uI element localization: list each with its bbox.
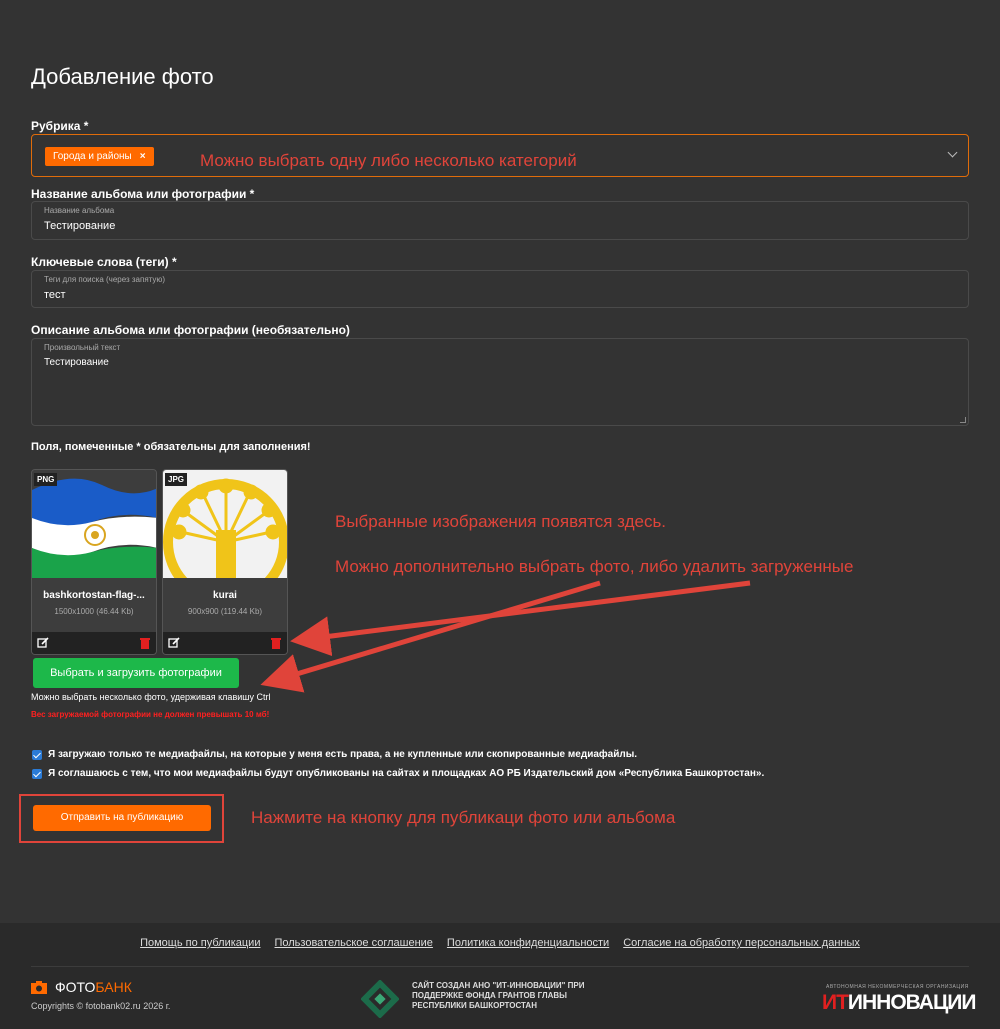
footer-links: Помощь по публикации Пользовательское со… bbox=[0, 937, 1000, 949]
resize-handle-icon[interactable] bbox=[960, 417, 966, 423]
partner-small-text: АВТОНОМНАЯ НЕКОММЕРЧЕСКАЯ ОРГАНИЗАЦИЯ bbox=[826, 984, 969, 990]
kurai-emblem-image bbox=[163, 470, 287, 578]
grant-fund-text: САЙТ СОЗДАН АНО "ИТ-ИННОВАЦИИ" ПРИ ПОДДЕ… bbox=[412, 981, 585, 1010]
format-badge: JPG bbox=[165, 473, 188, 486]
upload-hint: Можно выбрать несколько фото, удерживая … bbox=[31, 692, 271, 702]
format-badge: PNG bbox=[34, 473, 58, 486]
footer-link-privacy[interactable]: Политика конфиденциальности bbox=[447, 937, 609, 949]
partner-logo-part-a: ИТ bbox=[822, 991, 849, 1014]
tags-value: тест bbox=[44, 289, 66, 301]
submit-button[interactable]: Отправить на публикацию bbox=[33, 805, 211, 831]
image-meta: 900x900 (119.44 Kb) bbox=[187, 607, 263, 616]
annotation-submit: Нажмите на кнопку для публикаци фото или… bbox=[251, 808, 676, 827]
logo-part-b: БАНК bbox=[95, 979, 132, 995]
trash-icon[interactable] bbox=[140, 637, 150, 649]
checkbox-publish[interactable] bbox=[32, 768, 42, 779]
tags-placeholder: Теги для поиска (через запятую) bbox=[44, 275, 166, 284]
album-value: Тестирование bbox=[44, 220, 116, 232]
album-placeholder: Название альбома bbox=[44, 206, 115, 215]
tags-label: Ключевые слова (теги) * bbox=[31, 255, 177, 269]
logo-part-a: ФОТО bbox=[55, 979, 96, 995]
footer-link-consent[interactable]: Согласие на обработку персональных данны… bbox=[623, 937, 860, 949]
annotation-category: Можно выбрать одну либо несколько катего… bbox=[200, 151, 577, 170]
grant-fund-logo-icon bbox=[361, 980, 399, 1018]
tags-input[interactable]: Теги для поиска (через запятую) тест bbox=[31, 270, 969, 308]
chevron-down-icon[interactable] bbox=[947, 147, 958, 158]
consent-publish-label: Я соглашаюсь с тем, что мои медиафайлы б… bbox=[48, 768, 765, 779]
annotation-images-2: Можно дополнительно выбрать фото, либо у… bbox=[335, 557, 854, 576]
album-input[interactable]: Название альбома Тестирование bbox=[31, 201, 969, 240]
bashkortostan-flag-image bbox=[32, 470, 156, 578]
camera-icon bbox=[31, 980, 47, 994]
image-card: JPG kurai 900x900 (119.44 Kb) bbox=[162, 469, 288, 655]
consent-publish[interactable]: Я соглашаюсь с тем, что мои медиафайлы б… bbox=[32, 768, 764, 779]
image-card: PNG bashkortostan-flag-... 1500x1000 (46… bbox=[31, 469, 157, 655]
annotation-images-1: Выбранные изображения появятся здесь. bbox=[335, 512, 667, 531]
edit-icon[interactable] bbox=[168, 637, 180, 649]
desc-textarea[interactable]: Произвольный текст Тестирование bbox=[31, 338, 969, 426]
category-tag: Города и районы × bbox=[45, 147, 154, 166]
it-innovations-logo[interactable]: ИТИННОВАЦИИ bbox=[822, 991, 976, 1015]
consent-rights-label: Я загружаю только те медиафайлы, на кото… bbox=[48, 749, 638, 760]
desc-placeholder: Произвольный текст bbox=[44, 343, 121, 352]
category-label: Рубрика * bbox=[31, 119, 89, 133]
checkbox-rights[interactable] bbox=[32, 749, 42, 760]
footer-divider bbox=[31, 966, 969, 967]
trash-icon[interactable] bbox=[271, 637, 281, 649]
upload-photos-button[interactable]: Выбрать и загрузить фотографии bbox=[33, 658, 239, 688]
card-actions bbox=[32, 632, 156, 654]
edit-icon[interactable] bbox=[37, 637, 49, 649]
copyright: Copyrights © fotobank02.ru 2026 г. bbox=[31, 1001, 171, 1011]
upload-warning: Вес загружаемой фотографии не должен пре… bbox=[31, 710, 270, 719]
footer-link-help[interactable]: Помощь по публикации bbox=[140, 937, 260, 949]
required-note: Поля, помеченные * обязательны для запол… bbox=[31, 441, 311, 453]
desc-label: Описание альбома или фотографии (необяза… bbox=[31, 323, 350, 337]
partner-logo-part-b: ИННОВАЦИИ bbox=[847, 991, 977, 1014]
fotobank-logo[interactable]: ФОТОБАНК bbox=[31, 979, 132, 995]
card-actions bbox=[163, 632, 287, 654]
image-name: kurai bbox=[213, 590, 237, 601]
consent-rights[interactable]: Я загружаю только те медиафайлы, на кото… bbox=[32, 749, 637, 760]
category-tag-label: Города и районы bbox=[53, 151, 132, 162]
page-title: Добавление фото bbox=[31, 64, 214, 89]
image-meta: 1500x1000 (46.44 Kb) bbox=[54, 607, 134, 616]
tag-remove-icon[interactable]: × bbox=[140, 151, 146, 162]
album-label: Название альбома или фотографии * bbox=[31, 187, 255, 201]
footer: Помощь по публикации Пользовательское со… bbox=[0, 923, 1000, 1029]
footer-link-agreement[interactable]: Пользовательское соглашение bbox=[274, 937, 432, 949]
desc-value: Тестирование bbox=[44, 357, 109, 368]
image-name: bashkortostan-flag-... bbox=[43, 590, 145, 601]
